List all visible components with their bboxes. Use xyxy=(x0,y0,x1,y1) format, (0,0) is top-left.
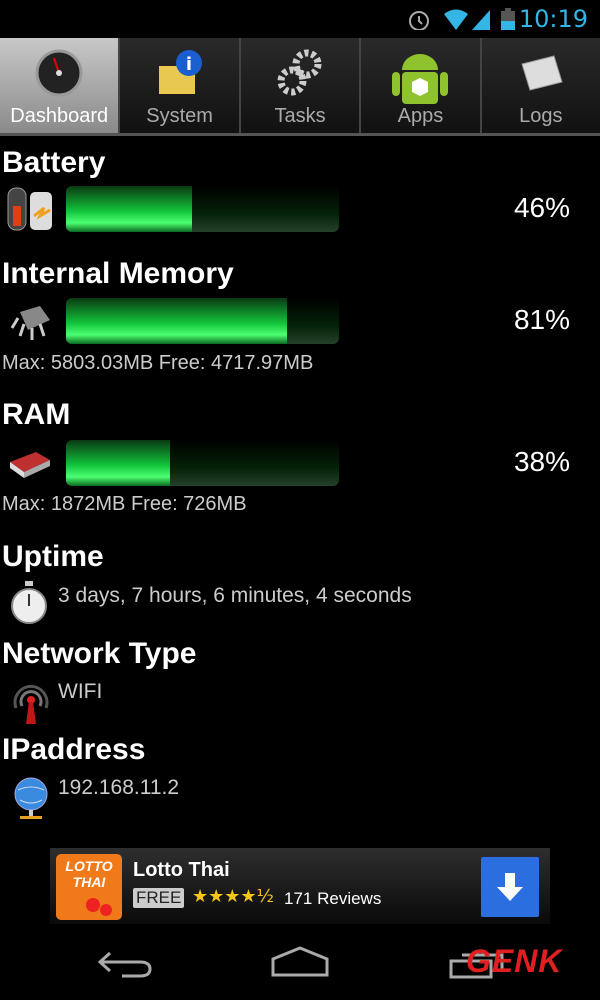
ram-bar-fill xyxy=(66,440,170,486)
download-arrow-icon xyxy=(497,873,523,901)
alarm-icon xyxy=(409,11,429,30)
battery-charging-icon xyxy=(7,187,52,231)
network-globe-icon xyxy=(14,777,48,819)
battery-title: Battery xyxy=(2,146,106,179)
tab-label: Logs xyxy=(519,105,563,127)
lotto-thai-app-icon: LOTTO THAI xyxy=(56,854,122,920)
ram-percent: 38% xyxy=(513,446,570,477)
ad-rating-stars: ★★★★½ xyxy=(192,886,274,907)
ram-detail: Max: 1872MB Free: 726MB xyxy=(2,493,247,515)
network-type-value: WIFI xyxy=(58,680,103,703)
status-bar: 10:19 xyxy=(0,0,600,38)
back-button[interactable] xyxy=(96,947,156,981)
ad-banner[interactable]: LOTTO THAI Lotto Thai FREE ★★★★½ 171 Revi… xyxy=(50,848,550,924)
internal-memory-bar-fill xyxy=(66,298,288,344)
ad-price-badge: FREE xyxy=(133,888,185,908)
ram-title: RAM xyxy=(2,398,71,431)
svg-text:i: i xyxy=(186,54,192,75)
ram-module-icon xyxy=(10,452,50,478)
system-info-icon: i xyxy=(158,50,202,94)
tab-apps[interactable]: Apps xyxy=(361,38,482,133)
tab-label: Dashboard xyxy=(10,105,109,127)
battery-progress-bar xyxy=(66,186,339,232)
battery-percent: 46% xyxy=(513,192,570,223)
wifi-icon xyxy=(444,9,468,30)
chip-icon xyxy=(10,306,50,340)
ad-download-button[interactable] xyxy=(481,857,539,917)
ip-address-value: 192.168.11.2 xyxy=(58,776,180,799)
internal-memory-progress-bar xyxy=(66,298,339,344)
clock: 10:19 xyxy=(518,5,588,33)
ip-address-title: IPaddress xyxy=(2,733,146,766)
uptime-title: Uptime xyxy=(2,540,104,573)
tab-dashboard[interactable]: Dashboard xyxy=(0,38,121,133)
battery-icon xyxy=(501,8,515,30)
tab-logs[interactable]: Logs xyxy=(482,38,600,133)
dashboard-gauge-icon xyxy=(35,49,83,97)
network-type-title: Network Type xyxy=(2,637,197,670)
tab-system[interactable]: i System xyxy=(120,38,241,133)
newspaper-icon xyxy=(521,55,563,91)
antenna-icon xyxy=(13,685,49,724)
android-icon xyxy=(392,54,449,104)
battery-bar-fill xyxy=(66,186,192,232)
ad-app-name: Lotto Thai xyxy=(133,859,230,881)
internal-memory-title: Internal Memory xyxy=(2,257,234,290)
stopwatch-icon xyxy=(11,581,47,624)
gears-icon xyxy=(277,49,322,96)
tab-label: Tasks xyxy=(274,105,326,127)
uptime-value: 3 days, 7 hours, 6 minutes, 4 seconds xyxy=(58,584,412,607)
ad-reviews: 171 Reviews xyxy=(284,889,382,908)
internal-memory-percent: 81% xyxy=(513,304,570,335)
tab-label: System xyxy=(146,105,213,127)
internal-memory-detail: Max: 5803.03MB Free: 4717.97MB xyxy=(2,352,314,374)
navigation-bar: GENK xyxy=(0,935,600,1000)
tab-label: Apps xyxy=(397,105,444,127)
tab-tasks[interactable]: Tasks xyxy=(241,38,362,133)
home-button[interactable] xyxy=(270,945,330,979)
ram-progress-bar xyxy=(66,440,339,486)
signal-icon xyxy=(472,10,490,30)
genk-watermark: GENK xyxy=(466,943,563,979)
tab-bar: Dashboard i System Tasks Apps Logs xyxy=(0,38,600,136)
